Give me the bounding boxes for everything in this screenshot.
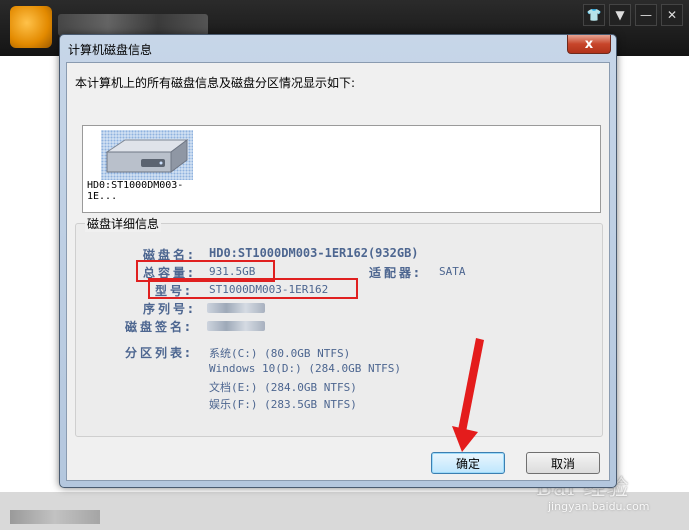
disk-item-label: HD0:ST1000DM003-1E...: [87, 180, 184, 202]
dialog-client-area: 本计算机上的所有磁盘信息及磁盘分区情况显示如下: HD0:ST1000DM003…: [66, 62, 610, 481]
footer-blurred-text: [10, 510, 100, 524]
partition-item: 文档(E:) (284.0GB NTFS): [209, 381, 357, 394]
serial-value-blurred: [207, 303, 265, 313]
dropdown-icon[interactable]: ▼: [609, 4, 631, 26]
disk-details-title: 磁盘详细信息: [85, 215, 162, 232]
partitions-label: 分区列表:: [125, 346, 193, 360]
watermark-url: jingyan.baidu.com: [548, 500, 650, 513]
app-window-controls: 👕 ▼ — ✕: [583, 4, 683, 26]
disk-list-item[interactable]: HD0:ST1000DM003-1E...: [83, 126, 213, 202]
adapter-label: 适配器:: [369, 266, 422, 280]
hard-disk-icon: [101, 130, 193, 180]
partition-item: 系统(C:) (80.0GB NTFS): [209, 347, 351, 360]
model-highlight-box: [148, 278, 358, 299]
dialog-title: 计算机磁盘信息: [68, 43, 153, 57]
cancel-button[interactable]: 取消: [526, 452, 600, 474]
signature-value-blurred: [207, 321, 265, 331]
disk-name-value: HD0:ST1000DM003-1ER162(932GB): [209, 246, 419, 260]
app-logo: [10, 6, 52, 48]
dialog-close-button[interactable]: x: [567, 35, 611, 54]
signature-label: 磁盘签名:: [125, 320, 193, 334]
dialog-intro-text: 本计算机上的所有磁盘信息及磁盘分区情况显示如下:: [75, 76, 356, 90]
disk-info-dialog: 计算机磁盘信息 x 本计算机上的所有磁盘信息及磁盘分区情况显示如下: HD0:S…: [59, 34, 617, 488]
disk-list: HD0:ST1000DM003-1E...: [82, 125, 601, 213]
minimize-icon[interactable]: —: [635, 4, 657, 26]
serial-label: 序列号:: [143, 302, 196, 316]
shirt-icon[interactable]: 👕: [583, 4, 605, 26]
app-title-blurred: [58, 14, 208, 36]
partition-item: 娱乐(F:) (283.5GB NTFS): [209, 398, 357, 411]
partition-item: Windows 10(D:) (284.0GB NTFS): [209, 362, 402, 375]
close-icon[interactable]: ✕: [661, 4, 683, 26]
adapter-value: SATA: [439, 265, 466, 278]
ok-button[interactable]: 确定: [431, 452, 505, 474]
